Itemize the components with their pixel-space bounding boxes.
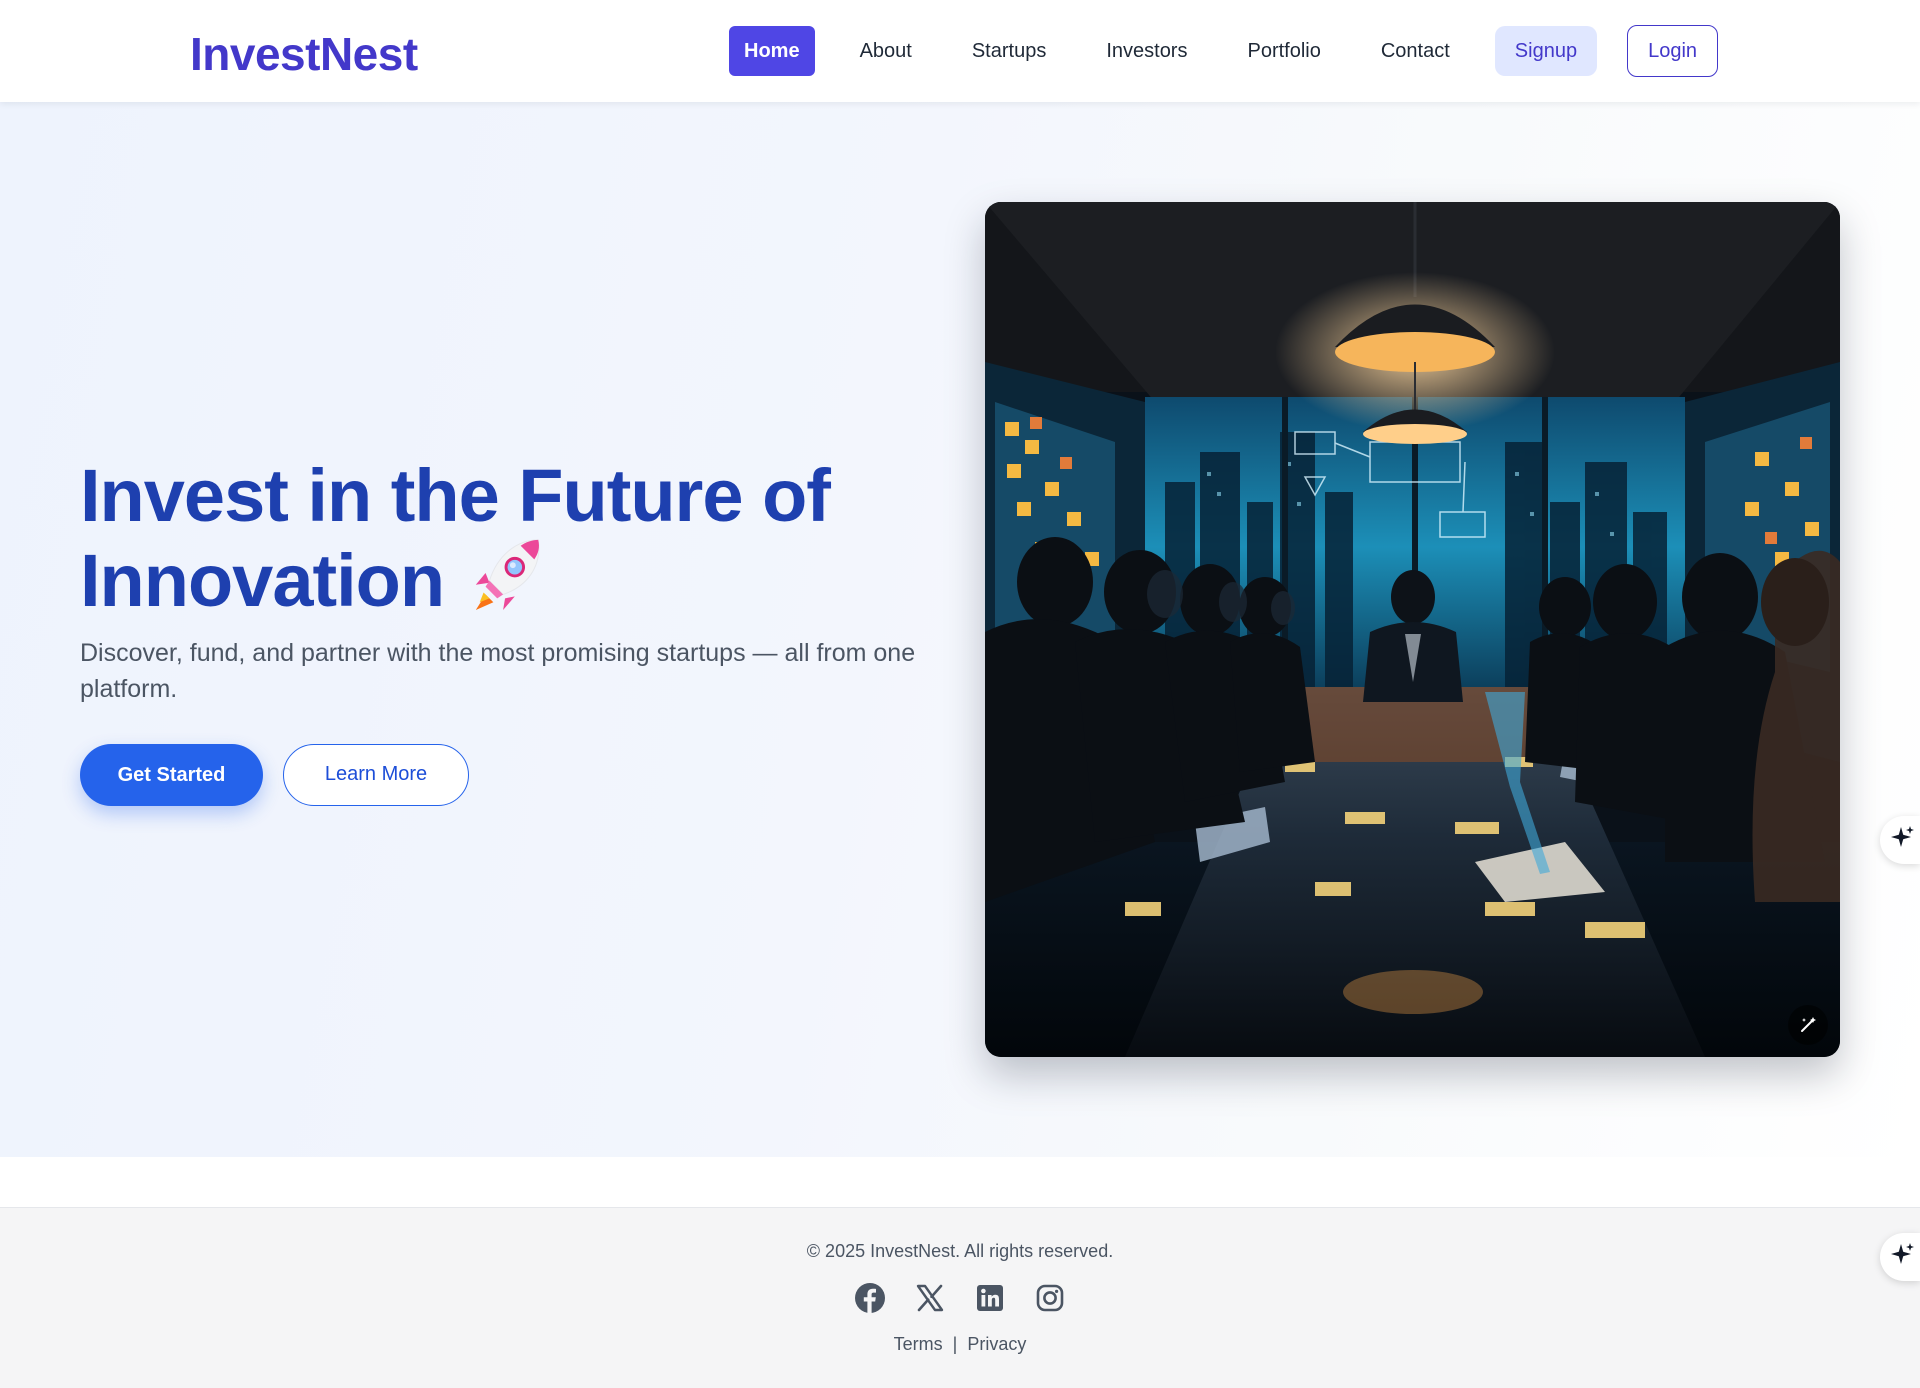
instagram-icon[interactable] xyxy=(1034,1282,1066,1314)
nav-item-investors[interactable]: Investors xyxy=(1091,26,1202,76)
linkedin-icon[interactable] xyxy=(974,1282,1006,1314)
hero-image xyxy=(985,202,1840,1057)
nav-item-contact[interactable]: Contact xyxy=(1366,26,1465,76)
x-icon[interactable] xyxy=(914,1282,946,1314)
rocket-icon xyxy=(468,534,546,625)
social-links xyxy=(854,1282,1094,1314)
nav-item-portfolio[interactable]: Portfolio xyxy=(1232,26,1335,76)
brand-logo[interactable]: InvestNest xyxy=(190,26,418,82)
nav-item-startups[interactable]: Startups xyxy=(957,26,1061,76)
meeting-room-illustration xyxy=(985,202,1840,1057)
hero-title-line1: Invest in the Future of xyxy=(80,454,831,537)
nav-item-home[interactable]: Home xyxy=(729,26,815,76)
learn-more-button[interactable]: Learn More xyxy=(283,744,469,806)
magic-wand-icon[interactable] xyxy=(1788,1005,1828,1045)
signup-button[interactable]: Signup xyxy=(1494,26,1598,76)
footer-links: Terms | Privacy xyxy=(0,1334,1920,1355)
sparkle-icon xyxy=(1890,825,1916,856)
sparkle-icon xyxy=(1890,1242,1916,1273)
hero-subtitle: Discover, fund, and partner with the mos… xyxy=(80,639,916,703)
footer-link-separator: | xyxy=(952,1334,958,1354)
copyright-text: © 2025 InvestNest. All rights reserved. xyxy=(806,1241,1114,1261)
facebook-icon[interactable] xyxy=(854,1282,886,1314)
get-started-button[interactable]: Get Started xyxy=(80,744,263,806)
main-nav: Home About Startups Investors Portfolio … xyxy=(729,25,1719,77)
nav-item-about[interactable]: About xyxy=(845,26,927,76)
hero-section: Invest in the Future of Innovation Disco… xyxy=(0,102,1920,1157)
terms-link[interactable]: Terms xyxy=(894,1334,943,1354)
site-footer: © 2025 InvestNest. All rights reserved. xyxy=(0,1207,1920,1388)
privacy-link[interactable]: Privacy xyxy=(967,1334,1026,1354)
hero-title: Invest in the Future of Innovation xyxy=(80,458,980,625)
assistant-button-footer[interactable] xyxy=(1880,1233,1920,1281)
site-header: InvestNest Home About Startups Investors… xyxy=(0,0,1920,102)
login-button[interactable]: Login xyxy=(1627,25,1719,77)
assistant-button[interactable] xyxy=(1880,816,1920,864)
hero-title-line2: Innovation xyxy=(80,539,445,622)
